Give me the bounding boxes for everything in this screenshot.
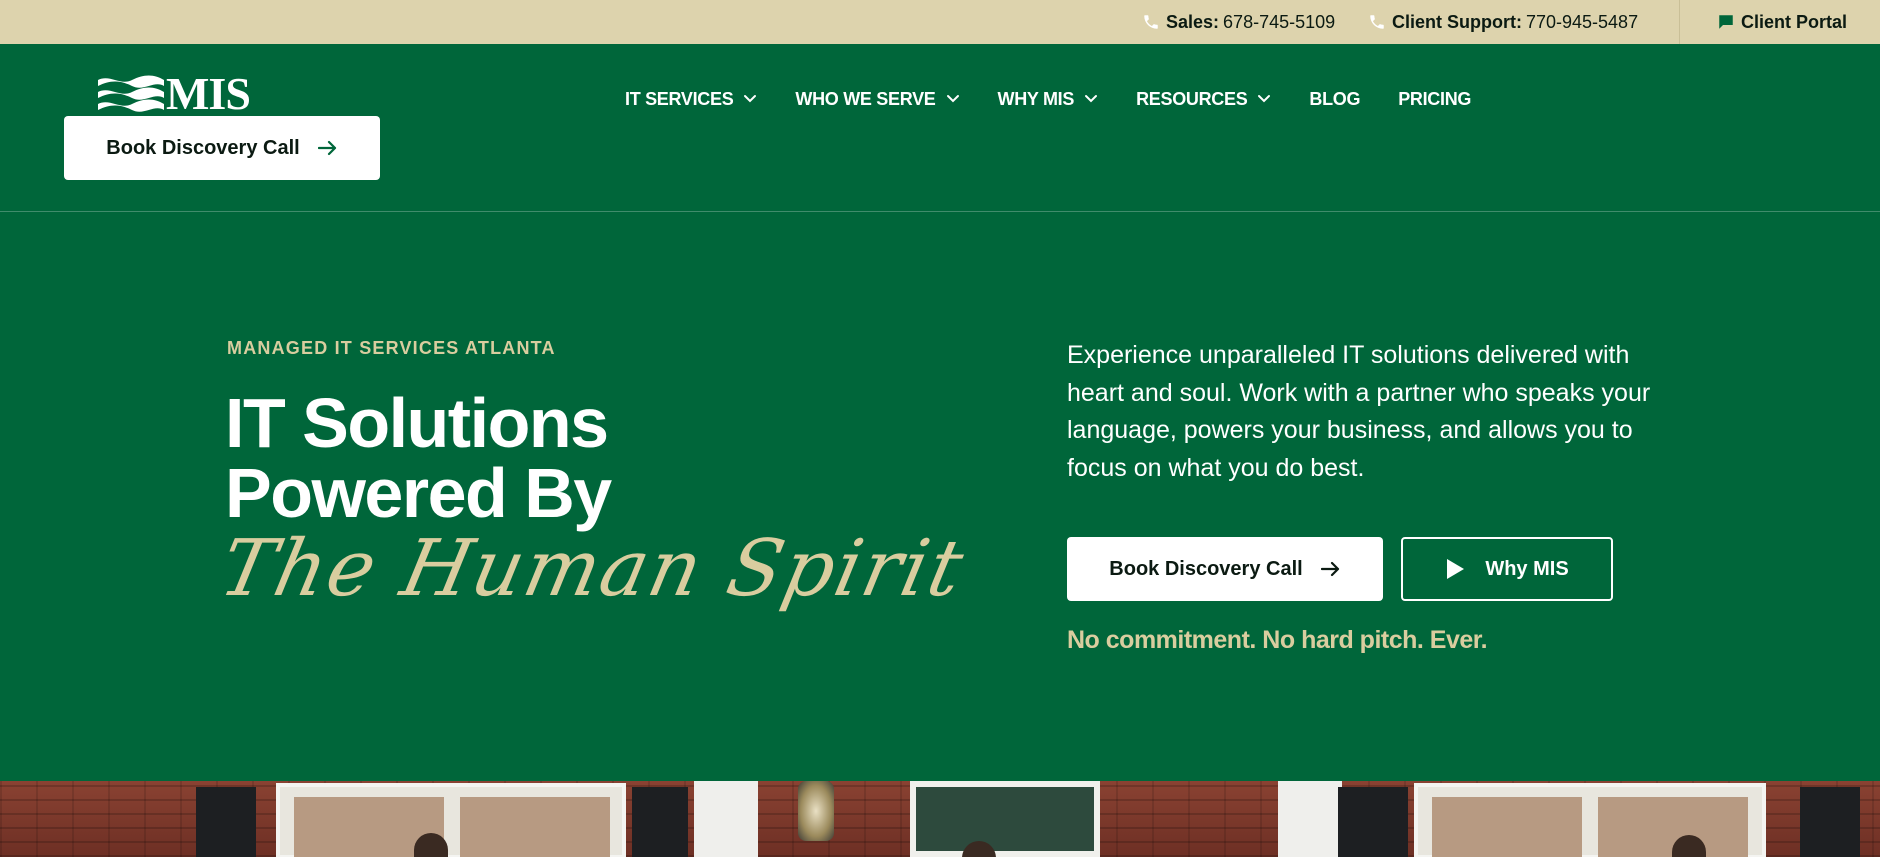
support-label: Client Support: bbox=[1392, 11, 1522, 32]
arrow-right-icon bbox=[1320, 561, 1339, 577]
secondary-cta-label: Why MIS bbox=[1485, 557, 1569, 580]
chevron-down-icon bbox=[1085, 95, 1098, 103]
why-mis-video-button[interactable]: Why MIS bbox=[1401, 537, 1613, 601]
phone-icon bbox=[1370, 15, 1384, 29]
nav-item-who-we-serve[interactable]: WHO WE SERVE bbox=[795, 89, 959, 110]
hero-script-line: The Human Spirit bbox=[212, 524, 973, 614]
client-portal-label: Client Portal bbox=[1741, 11, 1848, 32]
arrow-right-icon bbox=[317, 140, 336, 156]
wave-logo-icon bbox=[98, 75, 164, 112]
window-shutter bbox=[632, 787, 688, 857]
window-shutter bbox=[1800, 787, 1860, 857]
nav-label: WHY MIS bbox=[997, 88, 1075, 109]
client-portal-link[interactable]: Client Portal bbox=[1717, 0, 1847, 44]
hero-book-discovery-call-button[interactable]: Book Discovery Call bbox=[1067, 537, 1383, 601]
nav-item-resources[interactable]: RESOURCES bbox=[1136, 89, 1271, 110]
logo-text: MIS bbox=[166, 68, 251, 119]
chevron-down-icon bbox=[1258, 95, 1271, 103]
team-photo bbox=[0, 781, 1880, 857]
nav-item-blog[interactable]: BLOG bbox=[1309, 89, 1360, 110]
chat-icon bbox=[1719, 15, 1733, 29]
reassurance-text: No commitment. No hard pitch. Ever. bbox=[1067, 626, 1488, 654]
phone-icon bbox=[1144, 15, 1158, 29]
support-phone: 770-945-5487 bbox=[1525, 11, 1639, 32]
building-window bbox=[1414, 783, 1766, 857]
nav-item-why-mis[interactable]: WHY MIS bbox=[998, 89, 1099, 110]
nav-item-it-services[interactable]: IT SERVICES bbox=[625, 89, 757, 110]
chevron-down-icon bbox=[946, 95, 959, 103]
nav-label: BLOG bbox=[1309, 88, 1361, 109]
sales-label: Sales: bbox=[1166, 11, 1220, 32]
window-shutter bbox=[196, 787, 256, 857]
main-nav: IT SERVICES WHO WE SERVE WHY MIS RESOURC… bbox=[625, 84, 1509, 114]
porch-pillar bbox=[694, 781, 758, 857]
hero-eyebrow: MANAGED IT SERVICES ATLANTA bbox=[227, 338, 556, 358]
window-shutter bbox=[1338, 787, 1408, 857]
top-utility-bar: Sales: 678-745-5109 Client Support: 770-… bbox=[0, 0, 1880, 44]
support-phone-link[interactable]: Client Support: 770-945-5487 bbox=[1368, 0, 1638, 44]
hero-title: IT Solutions Powered By bbox=[225, 384, 612, 532]
primary-cta-label: Book Discovery Call bbox=[1109, 557, 1303, 580]
site-logo[interactable]: MIS bbox=[96, 68, 260, 119]
nav-label: IT SERVICES bbox=[625, 88, 734, 109]
site-header: MIS Book Discovery Call IT SERVICES WHO … bbox=[0, 44, 1880, 212]
sales-phone: 678-745-5109 bbox=[1223, 11, 1336, 32]
chevron-down-icon bbox=[744, 95, 757, 103]
building-window bbox=[276, 783, 626, 857]
front-door bbox=[910, 781, 1100, 857]
porch-pillar bbox=[1278, 781, 1342, 857]
hero-lead-text: Experience unparalleled IT solutions del… bbox=[1067, 341, 1651, 482]
topbar-divider bbox=[1679, 0, 1680, 44]
nav-label: PRICING bbox=[1398, 88, 1472, 109]
play-icon bbox=[1447, 559, 1465, 579]
hero-title-line1: IT Solutions bbox=[225, 384, 609, 462]
hero-title-line2: Powered By bbox=[225, 454, 612, 532]
header-book-discovery-call-button[interactable]: Book Discovery Call bbox=[64, 116, 380, 180]
nav-label: RESOURCES bbox=[1136, 88, 1248, 109]
nav-item-pricing[interactable]: PRICING bbox=[1398, 89, 1471, 110]
porch-lamp bbox=[798, 781, 834, 841]
header-cta-label: Book Discovery Call bbox=[106, 136, 300, 159]
nav-label: WHO WE SERVE bbox=[795, 88, 936, 109]
sales-phone-link[interactable]: Sales: 678-745-5109 bbox=[1142, 0, 1335, 44]
